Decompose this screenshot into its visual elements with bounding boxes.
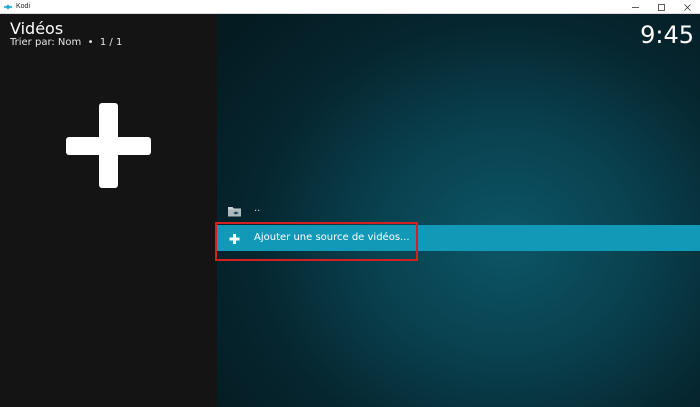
close-button[interactable] <box>674 0 700 14</box>
window-controls <box>622 0 700 14</box>
list-item-label: .. <box>254 203 261 214</box>
page-title: Vidéos <box>10 19 64 38</box>
maximize-button[interactable] <box>648 0 674 14</box>
list-item-parent-folder[interactable]: .. <box>217 197 700 223</box>
folder-back-icon <box>227 203 242 217</box>
window-titlebar: Kodi <box>0 0 700 14</box>
highlight-annotation <box>215 222 418 261</box>
kodi-logo-icon <box>4 3 12 11</box>
plus-icon <box>66 103 151 188</box>
maximize-icon <box>657 3 665 11</box>
minimize-button[interactable] <box>622 0 648 14</box>
clock: 9:45 <box>640 21 694 49</box>
kodi-app: Vidéos Trier par: Nom • 1 / 1 9:45 .. Aj… <box>0 14 700 407</box>
sort-info[interactable]: Trier par: Nom • 1 / 1 <box>10 37 122 48</box>
window-title: Kodi <box>16 3 31 10</box>
close-icon <box>683 3 691 11</box>
minimize-icon <box>631 6 639 8</box>
preview-panel <box>0 14 217 407</box>
